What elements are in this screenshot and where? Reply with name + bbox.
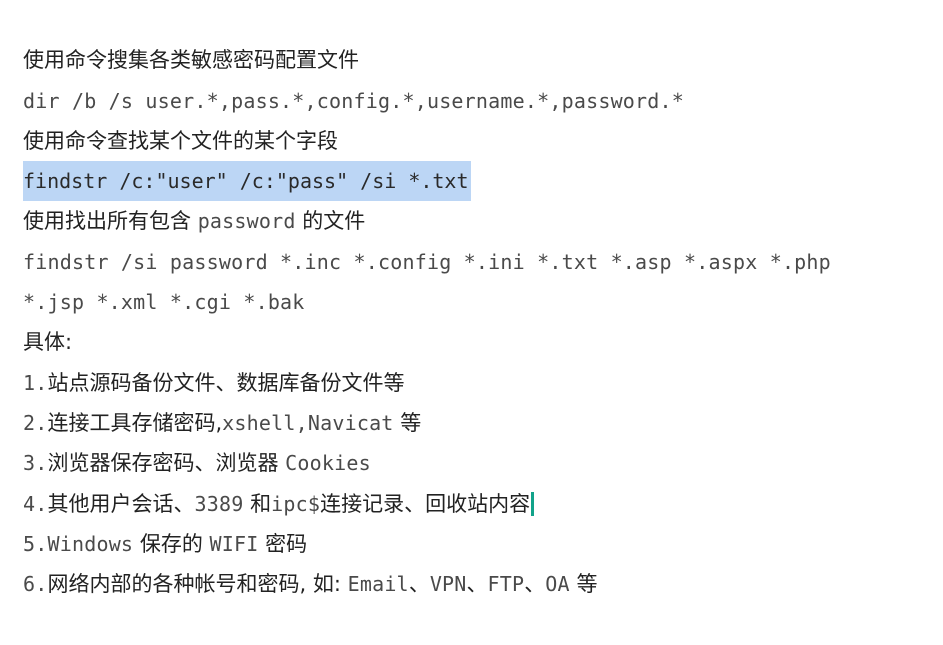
list-text: 网络内部的各种帐号和密码, 如: <box>47 572 348 597</box>
list-separator: 、 <box>408 572 430 597</box>
heading-find-field: 使用命令查找某个文件的某个字段 <box>2 81 941 153</box>
list-item-4: 4.其他用户会话、3389 和ipc$连接记录、回收站内容 <box>2 443 941 516</box>
code-line-findstr-selected[interactable]: findstr /c:"user" /c:"pass" /si *.txt <box>2 121 941 202</box>
heading-find-password-files: 使用找出所有包含 password 的文件 <box>2 161 941 233</box>
list-separator: 、 <box>466 572 488 597</box>
list-text: 等 <box>569 572 598 597</box>
heading-details: 具体: <box>2 282 941 354</box>
list-item-6: 6.网络内部的各种帐号和密码, 如: Email、VPN、FTP、OA 等 <box>2 524 941 596</box>
list-item-1: 1.站点源码备份文件、数据库备份文件等 <box>2 322 941 395</box>
list-item-5: 5.Windows 保存的 WIFI 密码 <box>2 484 941 556</box>
heading-collect-sensitive-configs: 使用命令搜集各类敏感密码配置文件 <box>2 0 941 72</box>
inline-code-oa: OA <box>545 572 570 597</box>
code-line-findstr-continued: *.jsp *.xml *.cgi *.bak <box>2 242 941 314</box>
inline-code-email: Email <box>347 572 409 597</box>
code-line-findstr-password: findstr /si password *.inc *.config *.in… <box>2 201 941 274</box>
list-item-3: 3.浏览器保存密码、浏览器 Cookies <box>2 403 941 475</box>
document-body: 使用命令搜集各类敏感密码配置文件 dir /b /s user.*,pass.*… <box>2 0 941 596</box>
list-separator: 、 <box>524 572 546 597</box>
list-number: 6. <box>23 572 48 597</box>
code-line-dir-command: dir /b /s user.*,pass.*,config.*,usernam… <box>2 40 941 113</box>
list-item-2: 2.连接工具存储密码,xshell,Navicat 等 <box>2 363 941 435</box>
inline-code-ftp: FTP <box>487 572 525 597</box>
inline-code-vpn: VPN <box>429 572 467 597</box>
